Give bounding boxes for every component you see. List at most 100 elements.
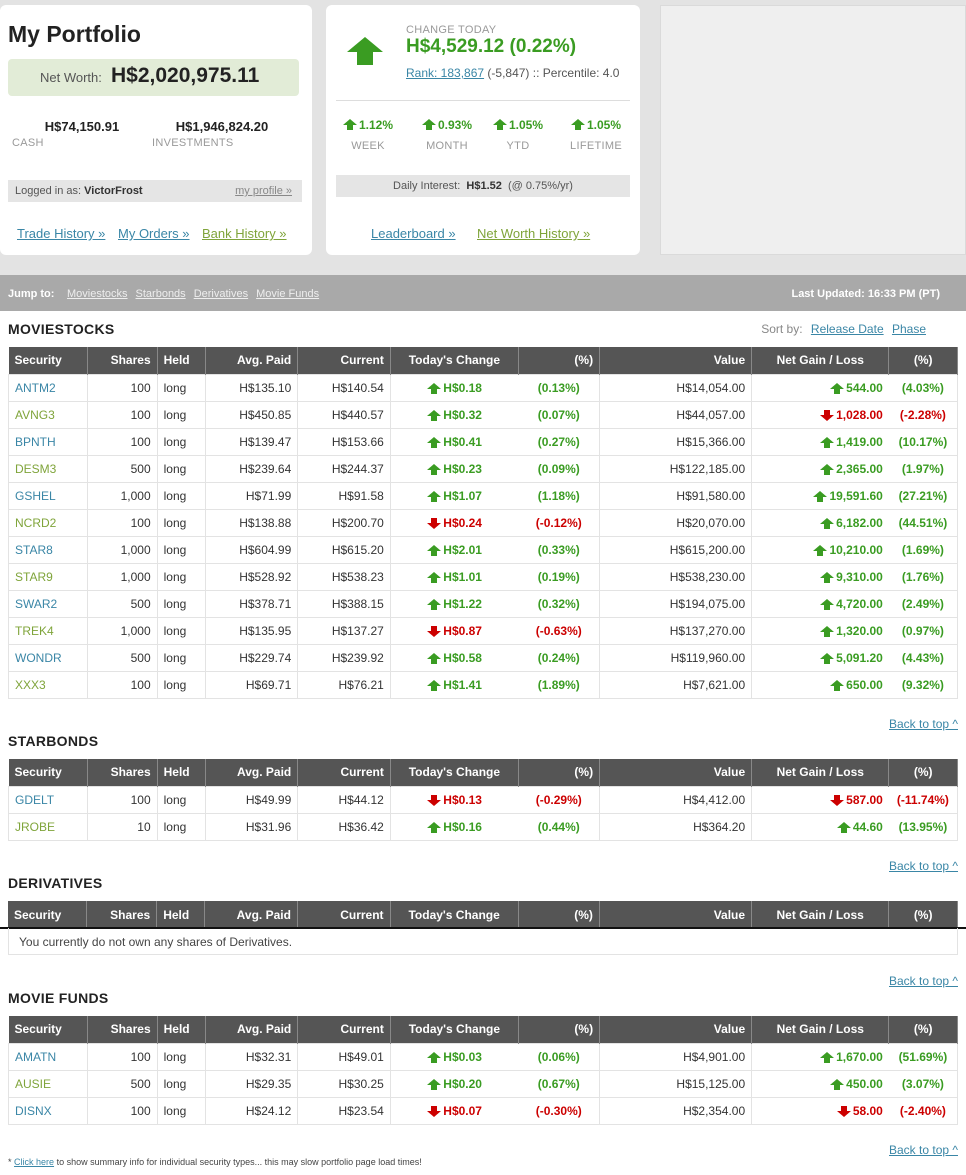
click-here-link[interactable]: Click here bbox=[14, 1157, 54, 1167]
jump-moviestocks-link[interactable]: Moviestocks bbox=[67, 288, 128, 300]
column-header[interactable]: Security bbox=[8, 1016, 88, 1043]
security-link[interactable]: JROBE bbox=[8, 812, 88, 841]
column-header[interactable]: Avg. Paid bbox=[205, 759, 299, 786]
back-to-top-link[interactable]: Back to top ^ bbox=[889, 974, 958, 988]
security-link[interactable]: BPNTH bbox=[8, 427, 88, 456]
jump-starbonds-link[interactable]: Starbonds bbox=[136, 288, 186, 300]
net-worth-history-link[interactable]: Net Worth History » bbox=[477, 226, 590, 241]
security-link[interactable]: AUSIE bbox=[8, 1069, 88, 1098]
footnote: * Click here to show summary info for in… bbox=[8, 1157, 422, 1167]
column-header[interactable]: Current bbox=[297, 347, 391, 374]
todays-change-pct-cell: (0.13%) bbox=[518, 373, 601, 402]
column-header[interactable]: Shares bbox=[87, 1016, 158, 1043]
security-link[interactable]: AMATN bbox=[8, 1042, 88, 1071]
sort-phase-link[interactable]: Phase bbox=[892, 322, 926, 336]
todays-change-pct-cell: (0.27%) bbox=[518, 427, 601, 456]
column-header[interactable]: Net Gain / Loss bbox=[751, 901, 890, 928]
todays-change-cell: H$1.07 bbox=[389, 481, 519, 510]
column-header[interactable]: Value bbox=[599, 901, 753, 928]
security-link[interactable]: SWAR2 bbox=[8, 589, 88, 618]
table-row: SWAR2 500 long H$378.71 H$388.15 H$1.22 (0.32%… bbox=[8, 589, 958, 618]
security-link[interactable]: WONDR bbox=[8, 643, 88, 672]
column-header[interactable]: Security bbox=[8, 347, 88, 374]
back-to-top-link[interactable]: Back to top ^ bbox=[889, 717, 958, 731]
security-link[interactable]: DISNX bbox=[8, 1096, 88, 1125]
column-header[interactable]: Security bbox=[8, 759, 88, 786]
column-header[interactable]: Shares bbox=[87, 759, 158, 786]
column-header[interactable]: Shares bbox=[86, 901, 158, 928]
avg-paid-cell: H$450.85 bbox=[204, 400, 299, 429]
logged-in-bar: Logged in as: VictorFrost my profile » bbox=[8, 180, 302, 202]
column-header[interactable]: Current bbox=[297, 1016, 391, 1043]
column-header[interactable]: Today's Change bbox=[390, 1016, 519, 1043]
down-arrow-icon bbox=[427, 794, 442, 806]
column-header[interactable]: (%) bbox=[888, 1016, 958, 1043]
security-link[interactable]: NCRD2 bbox=[8, 508, 88, 537]
column-header[interactable]: Held bbox=[156, 901, 206, 928]
security-link[interactable]: STAR9 bbox=[8, 562, 88, 591]
up-arrow-icon bbox=[427, 821, 442, 833]
column-header[interactable]: Value bbox=[599, 347, 753, 374]
column-header[interactable]: Held bbox=[157, 347, 206, 374]
security-link[interactable]: AVNG3 bbox=[8, 400, 88, 429]
column-header[interactable]: (%) bbox=[518, 1016, 601, 1043]
column-header[interactable]: (%) bbox=[888, 759, 958, 786]
column-header[interactable]: Held bbox=[157, 759, 206, 786]
up-arrow-icon bbox=[830, 1078, 845, 1090]
column-header[interactable]: (%) bbox=[518, 347, 601, 374]
security-link[interactable]: DESM3 bbox=[8, 454, 88, 483]
security-link[interactable]: GSHEL bbox=[8, 481, 88, 510]
column-header[interactable]: (%) bbox=[518, 759, 601, 786]
down-arrow-icon bbox=[427, 625, 442, 637]
security-link[interactable]: ANTM2 bbox=[8, 373, 88, 402]
net-gain-pct-cell: (3.07%) bbox=[888, 1069, 958, 1098]
column-header[interactable]: Current bbox=[297, 759, 391, 786]
column-header[interactable]: Avg. Paid bbox=[205, 347, 299, 374]
column-header[interactable]: Net Gain / Loss bbox=[751, 347, 890, 374]
column-header[interactable]: Today's Change bbox=[390, 901, 519, 928]
back-to-top-link[interactable]: Back to top ^ bbox=[889, 859, 958, 873]
security-link[interactable]: STAR8 bbox=[8, 535, 88, 564]
column-header[interactable]: Avg. Paid bbox=[204, 901, 298, 928]
leaderboard-link[interactable]: Leaderboard » bbox=[371, 226, 456, 241]
column-header[interactable]: (%) bbox=[888, 901, 958, 928]
security-link[interactable]: XXX3 bbox=[8, 670, 88, 699]
held-cell: long bbox=[156, 373, 206, 402]
my-orders-link[interactable]: My Orders » bbox=[118, 226, 190, 241]
net-gain-cell: 6,182.00 bbox=[751, 508, 889, 537]
column-header[interactable]: (%) bbox=[518, 901, 600, 928]
my-profile-link[interactable]: my profile » bbox=[235, 185, 292, 197]
up-arrow-icon bbox=[820, 652, 835, 664]
trade-history-link[interactable]: Trade History » bbox=[17, 226, 105, 241]
bank-history-link[interactable]: Bank History » bbox=[202, 226, 287, 241]
column-header[interactable]: Net Gain / Loss bbox=[751, 1016, 890, 1043]
column-header[interactable]: Value bbox=[599, 759, 753, 786]
column-header[interactable]: Current bbox=[297, 901, 391, 928]
column-header[interactable]: Shares bbox=[87, 347, 158, 374]
net-worth-box: Net Worth: H$2,020,975.11 bbox=[8, 59, 299, 96]
column-header[interactable]: (%) bbox=[888, 347, 958, 374]
moviestocks-table: Security Shares Held Avg. Paid Current Today'… bbox=[8, 347, 958, 699]
todays-change-cell: H$0.03 bbox=[389, 1042, 519, 1071]
column-header[interactable]: Value bbox=[599, 1016, 753, 1043]
todays-change-pct-cell: (0.24%) bbox=[518, 643, 601, 672]
up-arrow-icon bbox=[427, 1051, 442, 1063]
sort-release-date-link[interactable]: Release Date bbox=[811, 322, 884, 336]
daily-interest-bar: Daily Interest: H$1.52 (@ 0.75%/yr) bbox=[336, 175, 630, 197]
held-cell: long bbox=[156, 400, 206, 429]
rank-link[interactable]: Rank: 183,867 bbox=[406, 66, 484, 80]
jump-derivatives-link[interactable]: Derivatives bbox=[194, 288, 248, 300]
current-price-cell: H$76.21 bbox=[297, 670, 391, 699]
security-link[interactable]: TREK4 bbox=[8, 616, 88, 645]
back-to-top-link[interactable]: Back to top ^ bbox=[889, 1143, 958, 1157]
net-gain-cell: 1,320.00 bbox=[751, 616, 889, 645]
avg-paid-cell: H$135.10 bbox=[204, 373, 299, 402]
column-header[interactable]: Today's Change bbox=[390, 759, 519, 786]
column-header[interactable]: Today's Change bbox=[390, 347, 519, 374]
column-header[interactable]: Security bbox=[8, 901, 88, 928]
column-header[interactable]: Avg. Paid bbox=[205, 1016, 299, 1043]
security-link[interactable]: GDELT bbox=[8, 785, 88, 814]
column-header[interactable]: Net Gain / Loss bbox=[751, 759, 890, 786]
jump-movie-funds-link[interactable]: Movie Funds bbox=[256, 288, 319, 300]
column-header[interactable]: Held bbox=[157, 1016, 206, 1043]
